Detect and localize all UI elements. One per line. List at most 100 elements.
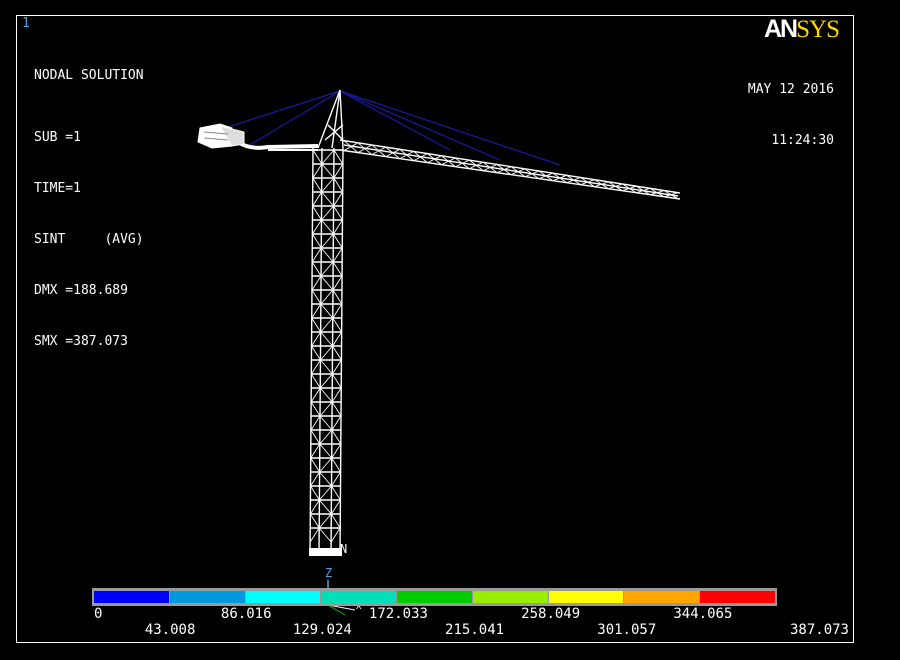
mast-diagonal xyxy=(319,499,332,515)
legend-band-4 xyxy=(397,591,473,603)
mast-diagonal xyxy=(320,317,333,333)
legend-label: 129.024 xyxy=(292,622,352,638)
mast-diagonal xyxy=(312,177,323,193)
mast-diagonal xyxy=(310,499,320,515)
mast-diagonal xyxy=(312,163,323,179)
mast-diagonal xyxy=(321,205,334,221)
mast-diagonal xyxy=(309,513,320,529)
crane-mesh xyxy=(236,89,681,556)
mast-diagonal xyxy=(319,415,333,431)
mast-diagonal xyxy=(311,303,322,319)
node-n-label: N xyxy=(340,542,347,556)
mast-diagonal xyxy=(331,499,341,515)
legend-band-6 xyxy=(548,591,625,603)
mast-diagonal xyxy=(310,401,321,417)
mast-diagonal xyxy=(311,317,322,333)
contour-legend-bar xyxy=(92,588,777,606)
mast-diagonal xyxy=(311,233,322,249)
mast-diagonal xyxy=(312,205,322,221)
mast-diagonal xyxy=(319,429,333,445)
mast-diagonal xyxy=(320,359,333,375)
mast-diagonal xyxy=(331,415,342,431)
mast-diagonal xyxy=(333,205,343,221)
mast-diagonal xyxy=(320,345,333,361)
mast-diagonal xyxy=(318,527,332,543)
mast-diagonal xyxy=(310,457,320,473)
mast-diagonal xyxy=(320,261,334,277)
mast-diagonal xyxy=(312,219,322,235)
mast-diagonal xyxy=(333,163,344,179)
jib-bracing xyxy=(343,140,679,200)
mast-diagonal xyxy=(321,191,334,207)
mast-diagonal xyxy=(331,429,342,445)
mast-diagonal xyxy=(311,275,322,291)
graphics-viewport[interactable]: 1 NODAL SOLUTION SUB =1 TIME=1 SINT (AVG… xyxy=(0,0,900,660)
mast-diagonal xyxy=(310,471,320,487)
mast-diagonal xyxy=(331,443,342,459)
legend-label: 86.016 xyxy=(220,606,272,622)
mast-diagonal xyxy=(319,373,333,389)
mast-diagonal xyxy=(333,191,343,207)
mast-diagonal xyxy=(319,443,333,459)
legend-label: 215.041 xyxy=(445,622,505,638)
mast-diagonal xyxy=(320,289,334,305)
mast-diagonal xyxy=(321,177,335,193)
mast-diagonal xyxy=(332,317,343,333)
crane-model[interactable]: Z X N xyxy=(0,0,900,660)
mast-diagonal xyxy=(311,261,322,277)
legend-band-1 xyxy=(169,591,246,603)
mast-diagonal xyxy=(321,163,335,179)
mast-diagonal xyxy=(320,303,334,319)
legend-band-2 xyxy=(245,591,322,603)
mast-diagonal xyxy=(310,485,320,501)
mast-diagonal xyxy=(310,387,321,403)
jib-diagonal xyxy=(580,179,595,186)
mast-diagonal xyxy=(311,331,321,347)
legend-band-0 xyxy=(94,591,170,603)
mast-diagonal xyxy=(332,331,342,347)
legend-band-5 xyxy=(472,591,549,603)
mast-diagonal xyxy=(332,303,343,319)
legend-band-7 xyxy=(624,591,701,603)
mast-diagonal xyxy=(312,149,323,165)
legend-label: 43.008 xyxy=(144,622,196,638)
mast-diagonal xyxy=(310,443,321,459)
mast-diagonal xyxy=(331,485,341,501)
mast-diagonal xyxy=(332,289,343,305)
mast-diagonal xyxy=(331,457,341,473)
mast-diagonal xyxy=(321,219,334,235)
legend-band-8 xyxy=(700,591,776,603)
mast-diagonal xyxy=(311,289,322,305)
mast-diagonal xyxy=(311,345,321,361)
mast-diagonal xyxy=(330,527,341,543)
mast-diagonal xyxy=(319,471,332,487)
mast-diagonal xyxy=(332,359,342,375)
mast-diagonal xyxy=(310,373,321,389)
mast-diagonal xyxy=(312,191,322,207)
mast-diagonal xyxy=(331,401,342,417)
mast-diagonal xyxy=(332,275,343,291)
mast-diagonal xyxy=(319,387,333,403)
legend-band-3 xyxy=(321,591,398,603)
mast-diagonal xyxy=(309,527,320,543)
mast-diagonal xyxy=(330,513,341,529)
legend-label: 0 xyxy=(94,606,103,622)
mast-diagonal xyxy=(320,247,334,263)
mast-diagonal xyxy=(318,513,332,529)
mast-diagonal xyxy=(332,261,343,277)
mast-diagonal xyxy=(332,233,343,249)
mast-diagonal xyxy=(331,471,341,487)
mast-diagonal xyxy=(310,429,321,445)
legend-label: 258.049 xyxy=(521,606,581,622)
mast-diagonal xyxy=(319,485,332,501)
mast-diagonal xyxy=(319,401,333,417)
mast-diagonal xyxy=(332,247,343,263)
mast-diagonal xyxy=(333,177,344,193)
legend-label: 301.057 xyxy=(597,622,657,638)
triad-z-label: Z xyxy=(325,566,332,580)
mast-bracing xyxy=(309,149,344,543)
mast-diagonal xyxy=(331,373,342,389)
mast-diagonal xyxy=(311,247,322,263)
mast-diagonal xyxy=(333,149,344,165)
mast-diagonal xyxy=(319,457,332,473)
